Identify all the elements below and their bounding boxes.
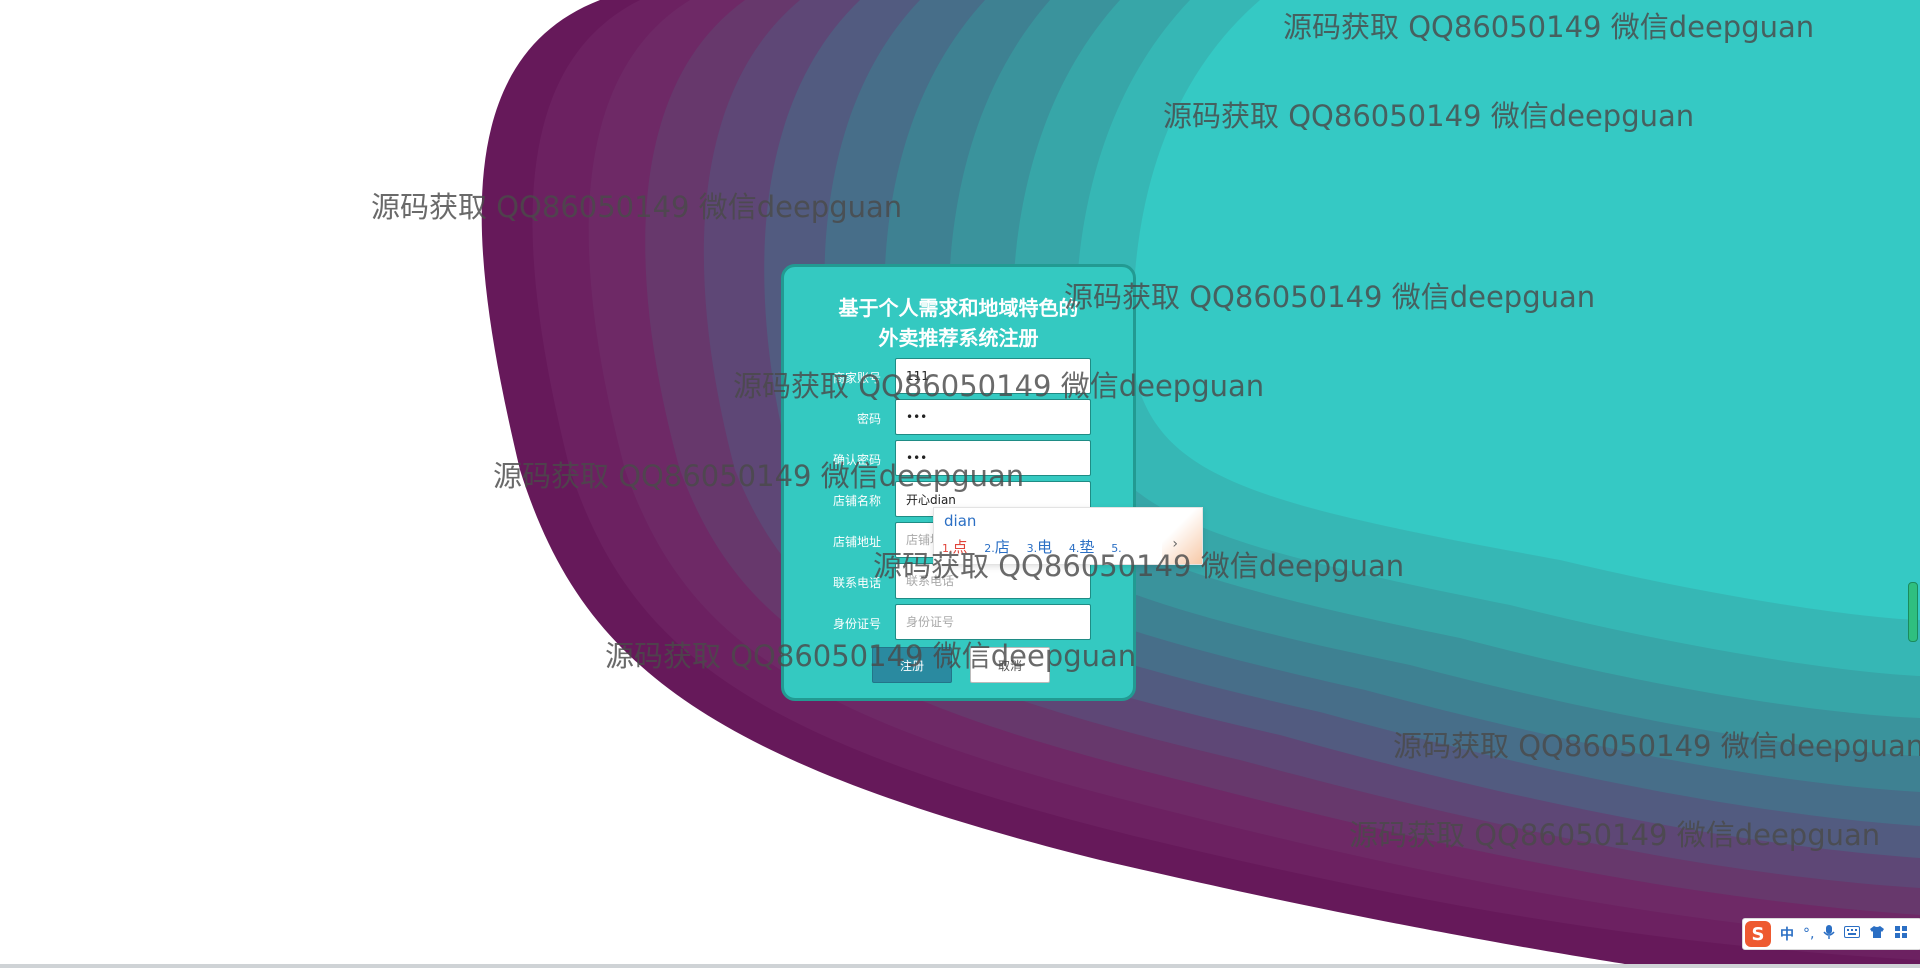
cancel-button[interactable]: 取消 [970,647,1050,683]
shirt-icon[interactable] [1869,925,1885,943]
shop-name-label: 店铺名称 [832,494,881,508]
contact-phone-label: 联系电话 [832,576,881,590]
contact-phone-input[interactable] [895,563,1091,599]
id-number-input[interactable] [895,604,1091,640]
ime-candidate[interactable]: 5. [1111,538,1122,556]
ime-mode-toggle[interactable]: 中 [1780,924,1794,944]
ime-candidate-list: 1.点 2.店 3.电 4.垫 5. [942,536,1134,557]
row-password: 密码 [784,399,1133,437]
ime-next-page-icon[interactable]: › [1172,536,1178,552]
ime-composition: dian [944,512,977,530]
ime-skin-decoration [1162,508,1202,564]
confirm-password-input[interactable] [895,440,1091,476]
mic-icon[interactable] [1823,924,1836,944]
page-title: 基于个人需求和地域特色的 外卖推荐系统注册 [784,293,1133,353]
merchant-account-input[interactable] [895,358,1091,394]
title-line-2: 外卖推荐系统注册 [878,326,1039,350]
row-merchant-account: 商家账号 [784,358,1133,396]
ime-toolbar: S 中 °, [1742,918,1920,950]
password-input[interactable] [895,399,1091,435]
password-label: 密码 [856,412,881,426]
grid-icon[interactable] [1894,925,1908,943]
row-contact-phone: 联系电话 [784,563,1133,601]
register-button[interactable]: 注册 [872,647,952,683]
bottom-border [0,964,1920,968]
scrollbar-thumb[interactable] [1908,582,1918,642]
shop-address-label: 店铺地址 [832,535,881,549]
keyboard-icon[interactable] [1844,926,1861,942]
sogou-logo-icon[interactable]: S [1745,921,1771,947]
ime-candidate[interactable]: 3.电 [1027,538,1053,556]
confirm-password-label: 确认密码 [832,453,881,467]
ime-candidate[interactable]: 2.店 [984,538,1010,556]
ime-candidate[interactable]: 1.点 [942,538,968,556]
ime-candidate-popup: dian 1.点 2.店 3.电 4.垫 5. › [933,507,1203,565]
ime-candidate[interactable]: 4.垫 [1069,538,1095,556]
row-confirm-password: 确认密码 [784,440,1133,478]
punctuation-toggle[interactable]: °, [1803,926,1814,942]
row-id-number: 身份证号 [784,604,1133,642]
register-card: 基于个人需求和地域特色的 外卖推荐系统注册 商家账号 密码 确认密码 店铺名称 … [781,264,1136,701]
title-line-1: 基于个人需求和地域特色的 [838,296,1079,320]
id-number-label: 身份证号 [832,617,881,631]
merchant-account-label: 商家账号 [832,371,881,385]
